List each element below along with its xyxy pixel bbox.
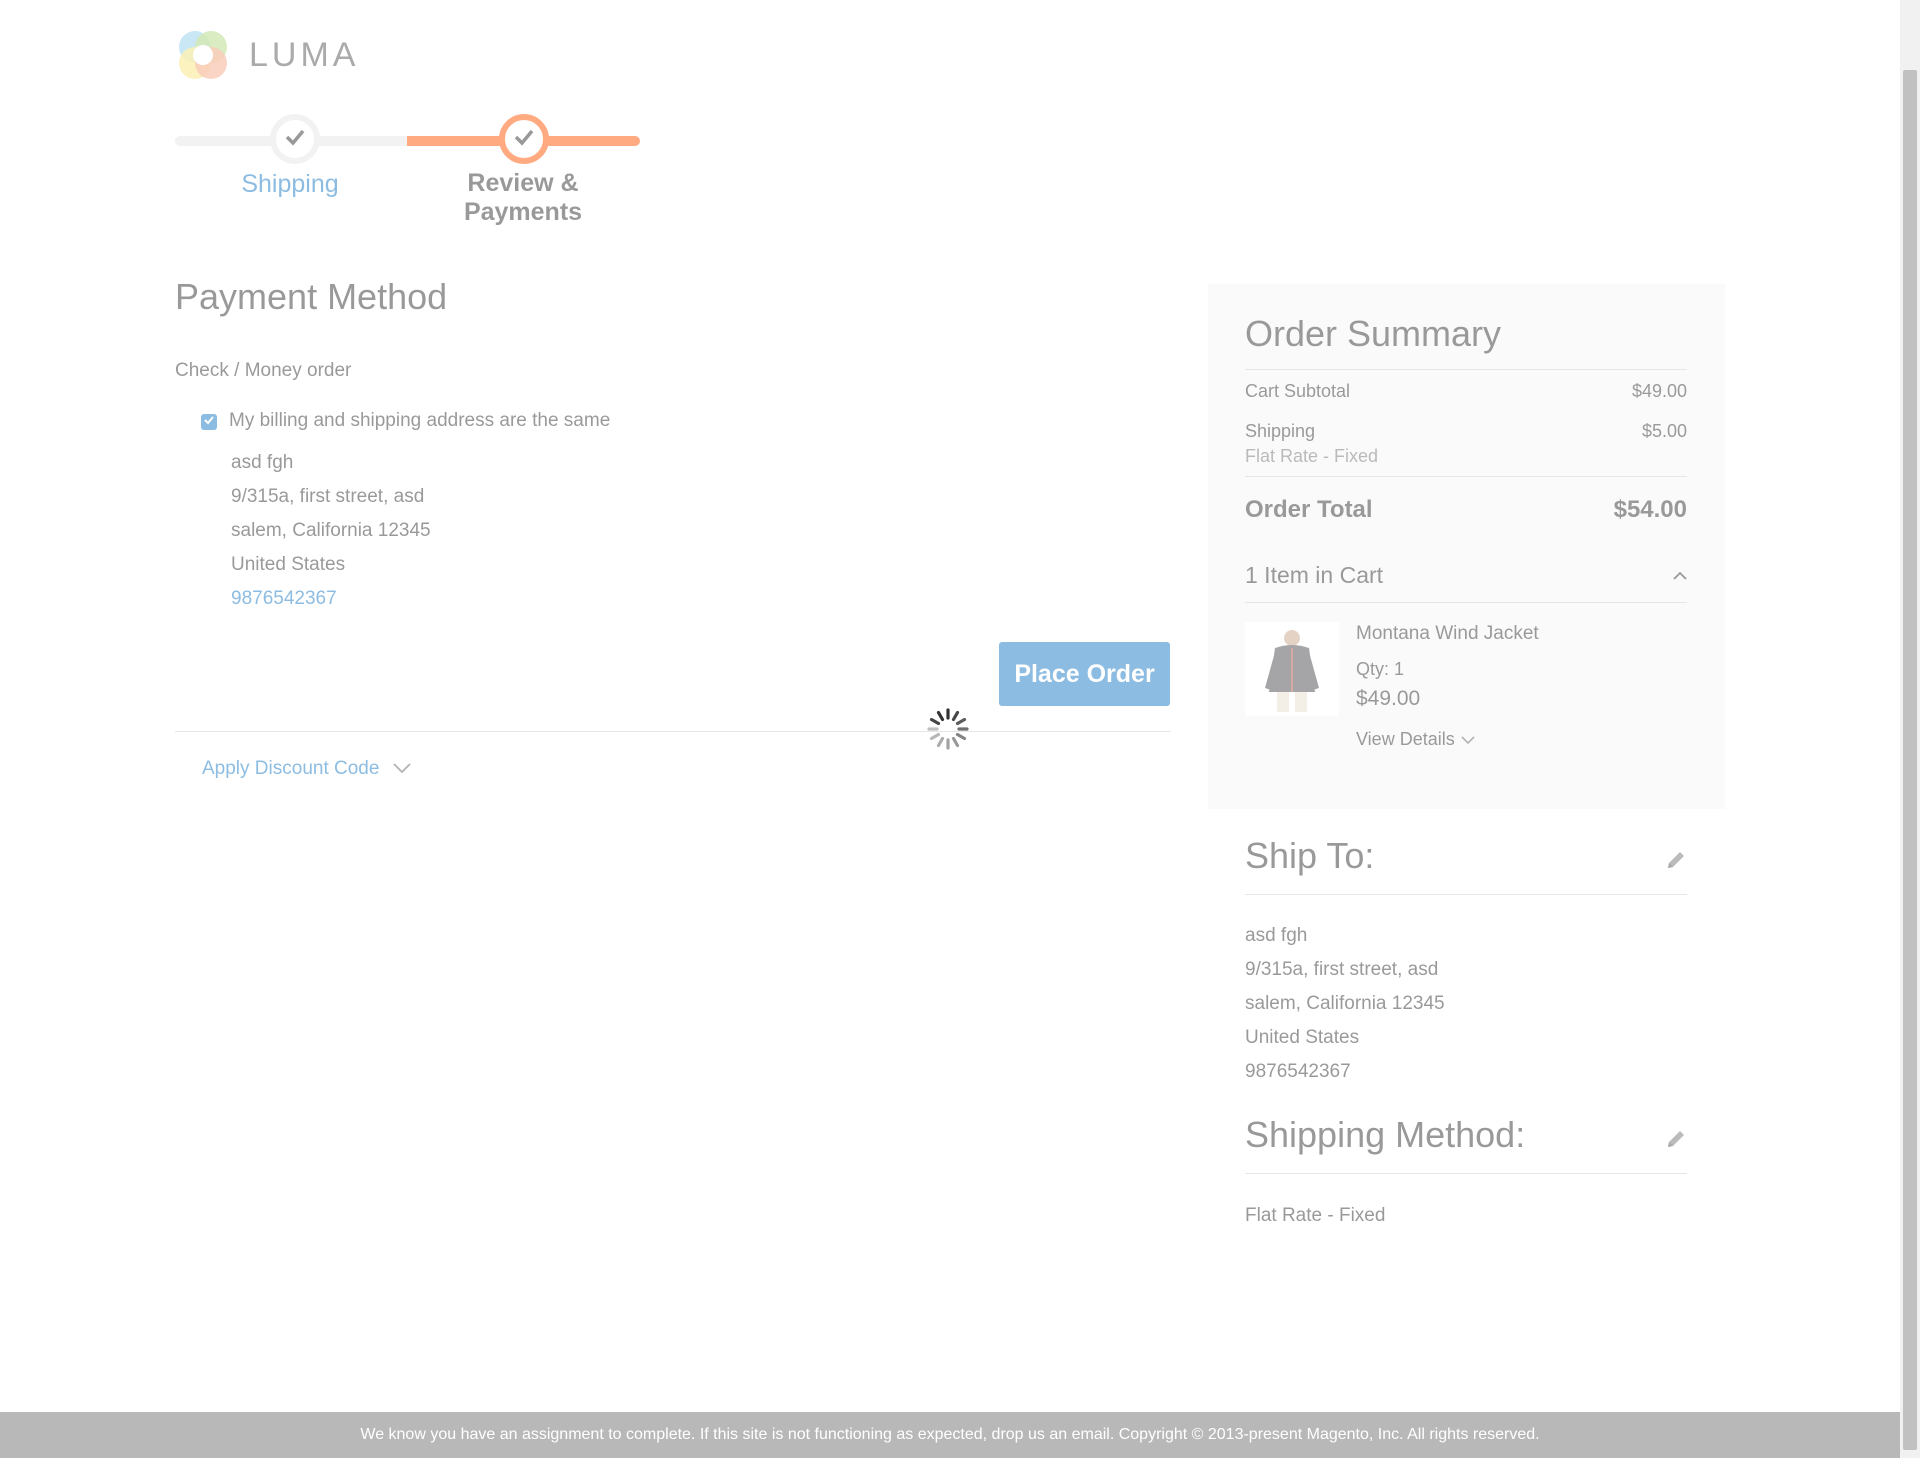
spinner-icon (926, 707, 970, 751)
scrollbar-thumb[interactable] (1903, 70, 1917, 1450)
